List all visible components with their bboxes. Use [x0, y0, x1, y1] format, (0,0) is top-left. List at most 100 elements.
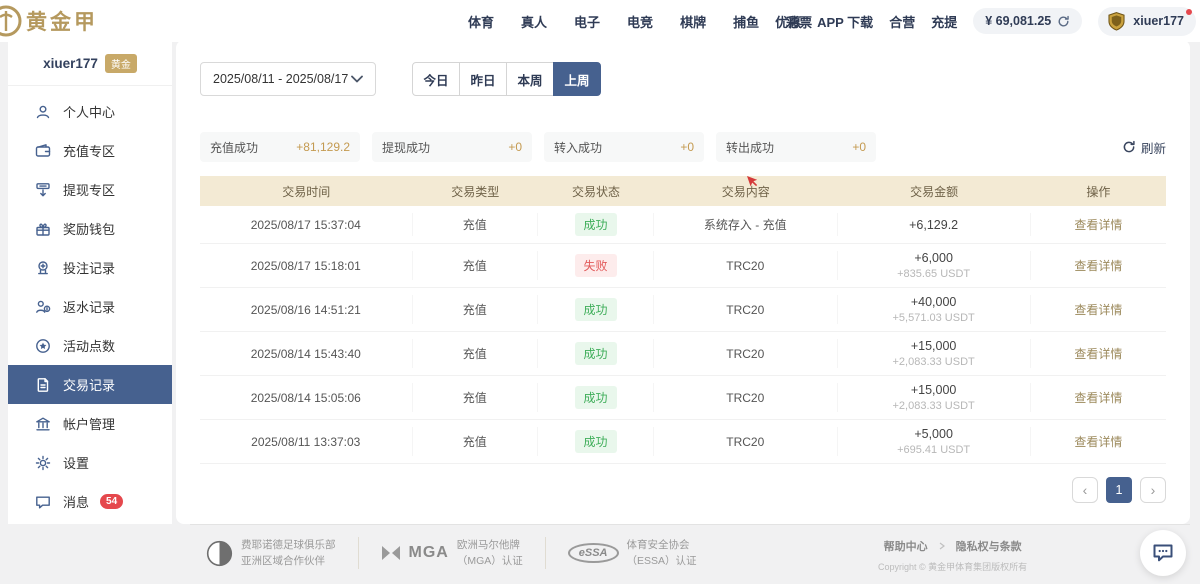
vip-level-badge: 黄金 [105, 54, 137, 73]
txn-time: 2025/08/14 15:43:40 [251, 347, 361, 361]
transactions-table: 交易时间 交易类型 交易状态 交易内容 交易金额 操作 2025/08/17 1… [200, 176, 1166, 464]
sidebar-item-deposit-zone[interactable]: 充值专区 [8, 131, 172, 170]
privacy-terms-link[interactable]: 隐私权与条款 [956, 538, 1022, 554]
nav-cards[interactable]: 棋牌 [680, 12, 706, 31]
cert-line2: 亚洲区域合作伙伴 [241, 553, 336, 569]
cert-line1: 费耶诺德足球俱乐部 [241, 537, 336, 553]
nav-esports[interactable]: 电竞 [627, 12, 653, 31]
sidebar-item-label: 奖励钱包 [63, 219, 115, 238]
txn-time: 2025/08/11 13:37:03 [251, 435, 360, 449]
nav-app-download[interactable]: APP 下载 [817, 12, 873, 31]
cert-line1: 体育安全协会 [627, 537, 697, 553]
brand-logo[interactable]: 黄金甲 [0, 0, 98, 42]
stat-deposit-success: 充值成功 +81,129.2 [200, 132, 360, 162]
tab-this-week[interactable]: 本周 [506, 62, 554, 96]
withdraw-icon [34, 181, 52, 199]
status-badge: 成功 [575, 213, 617, 236]
txn-content: TRC20 [726, 391, 764, 405]
sidebar-item-bet-records[interactable]: 投注记录 [8, 248, 172, 287]
txn-content: TRC20 [726, 303, 764, 317]
sidebar-item-messages[interactable]: 消息 54 [8, 482, 172, 521]
sidebar-item-personal-center[interactable]: 个人中心 [8, 92, 172, 131]
refresh-icon[interactable] [1057, 15, 1070, 28]
cert-separator [545, 537, 546, 569]
primary-nav: 体育 真人 电子 电竞 棋牌 捕鱼 彩票 [468, 0, 812, 42]
tab-today[interactable]: 今日 [412, 62, 460, 96]
view-details-link[interactable]: 查看详情 [1074, 257, 1122, 274]
col-time: 交易时间 [200, 183, 413, 200]
bet-record-icon [34, 259, 52, 277]
pagination: ‹ 1 › [200, 477, 1166, 513]
view-details-link[interactable]: 查看详情 [1074, 345, 1122, 362]
nav-promotions[interactable]: 优惠 [775, 12, 801, 31]
stat-value: +0 [508, 140, 522, 154]
date-range-select[interactable]: 2025/08/11 - 2025/08/17 [200, 62, 376, 96]
txn-time: 2025/08/14 15:05:06 [251, 391, 361, 405]
tab-yesterday[interactable]: 昨日 [459, 62, 507, 96]
status-badge: 成功 [575, 430, 617, 453]
sidebar-item-transaction-records[interactable]: 交易记录 [8, 365, 172, 404]
help-center-link[interactable]: 帮助中心 [884, 538, 928, 554]
txn-type: 充值 [463, 345, 487, 362]
nav-fishing[interactable]: 捕鱼 [733, 12, 759, 31]
mga-logo-icon [381, 545, 401, 561]
sidebar-item-label: 提现专区 [63, 180, 115, 199]
gift-icon [34, 220, 52, 238]
refresh-button[interactable]: 刷新 [1122, 138, 1166, 157]
sidebar-item-activity-points[interactable]: 活动点数 [8, 326, 172, 365]
prev-page-button[interactable]: ‹ [1072, 477, 1098, 503]
rebate-icon [34, 298, 52, 316]
wallet-icon [34, 142, 52, 160]
status-badge: 成功 [575, 298, 617, 321]
sidebar-item-rebate-records[interactable]: 返水记录 [8, 287, 172, 326]
nav-sports[interactable]: 体育 [468, 12, 494, 31]
balance-pill[interactable]: ¥ 69,081.25 [973, 8, 1082, 34]
shield-avatar-icon [1106, 11, 1127, 32]
sidebar-username: xiuer177 [43, 56, 98, 71]
balance-amount: ¥ 69,081.25 [985, 14, 1051, 28]
stat-value: +0 [680, 140, 694, 154]
view-details-link[interactable]: 查看详情 [1074, 216, 1122, 233]
txn-content: 系统存入 - 充值 [704, 216, 787, 233]
sidebar-item-withdraw-zone[interactable]: 提现专区 [8, 170, 172, 209]
txn-amount-usdt: +2,083.33 USDT [893, 400, 975, 412]
sidebar-item-settings[interactable]: 设置 [8, 443, 172, 482]
stat-label: 充值成功 [210, 139, 258, 156]
nav-live[interactable]: 真人 [521, 12, 547, 31]
txn-type: 充值 [463, 216, 487, 233]
view-details-link[interactable]: 查看详情 [1074, 433, 1122, 450]
sidebar-item-label: 个人中心 [63, 102, 115, 121]
period-tabs: 今日 昨日 本周 上周 [412, 62, 601, 96]
cert-essa: eSSA 体育安全协会 （ESSA）认证 [568, 537, 697, 570]
table-row: 2025/08/16 14:51:21 充值 成功 TRC20 +40,000+… [200, 288, 1166, 332]
sidebar-item-reward-wallet[interactable]: 奖励钱包 [8, 209, 172, 248]
sidebar-item-account-management[interactable]: 帐户管理 [8, 404, 172, 443]
col-action: 操作 [1031, 183, 1166, 200]
chat-icon [34, 493, 52, 511]
col-amount: 交易金额 [838, 183, 1031, 200]
next-page-button[interactable]: › [1140, 477, 1166, 503]
live-chat-button[interactable] [1140, 530, 1186, 576]
table-row: 2025/08/14 15:43:40 充值 成功 TRC20 +15,000+… [200, 332, 1166, 376]
table-row: 2025/08/17 15:37:04 充值 成功 系统存入 - 充值 +6,1… [200, 206, 1166, 244]
page-1-button[interactable]: 1 [1106, 477, 1132, 503]
certifications: 费耶诺德足球俱乐部 亚洲区域合作伙伴 MGA 欧洲马尔他牌 （MGA）认证 eS… [206, 537, 697, 570]
txn-amount-usdt: +695.41 USDT [897, 444, 970, 456]
nav-slots[interactable]: 电子 [574, 12, 600, 31]
chevron-down-icon [351, 75, 363, 83]
txn-amount: +6,129.2 [909, 218, 958, 232]
view-details-link[interactable]: 查看详情 [1074, 389, 1122, 406]
top-bar: 黄金甲 体育 真人 电子 电竞 棋牌 捕鱼 彩票 优惠 APP 下载 合营 充提… [0, 0, 1200, 42]
gear-icon [34, 454, 52, 472]
logo-emblem-icon [0, 3, 24, 39]
table-row: 2025/08/14 15:05:06 充值 成功 TRC20 +15,000+… [200, 376, 1166, 420]
sidebar-item-label: 帐户管理 [63, 414, 115, 433]
tab-last-week[interactable]: 上周 [553, 62, 601, 96]
nav-deposit-withdraw[interactable]: 充提 [931, 12, 957, 31]
stat-withdraw-success: 提现成功 +0 [372, 132, 532, 162]
cert-line1: 欧洲马尔他牌 [457, 537, 523, 553]
col-content: 交易内容 [654, 183, 838, 200]
user-menu[interactable]: xiuer177 [1098, 7, 1196, 36]
nav-partnership[interactable]: 合营 [889, 12, 915, 31]
view-details-link[interactable]: 查看详情 [1074, 301, 1122, 318]
